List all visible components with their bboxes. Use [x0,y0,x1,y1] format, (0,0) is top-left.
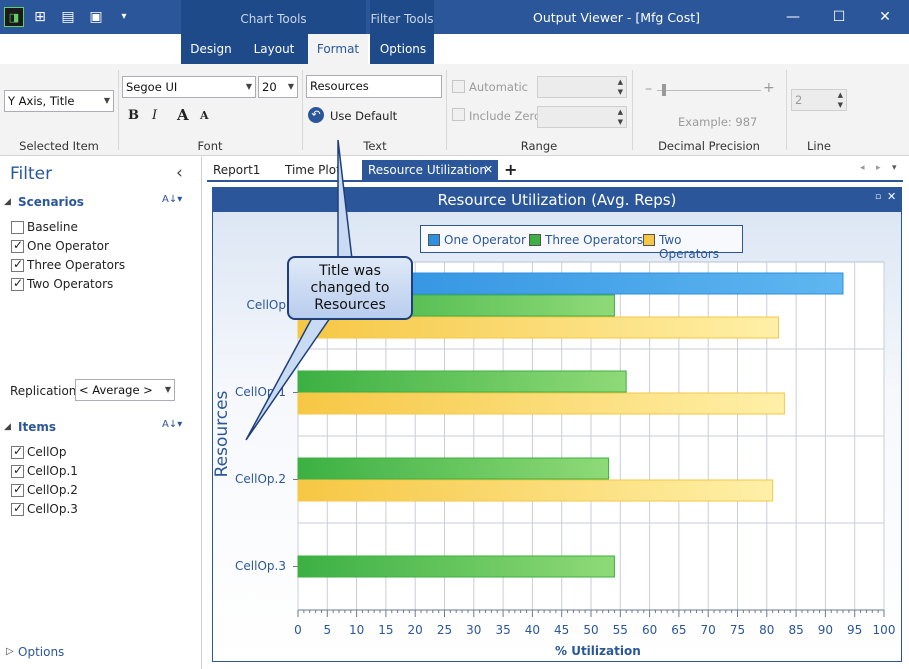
callout-pointer-top [337,139,353,260]
annotation-callout: Title was changed to Resources [287,256,413,320]
callout-pointers [245,139,353,441]
callout-pointer-bottom [245,317,332,441]
